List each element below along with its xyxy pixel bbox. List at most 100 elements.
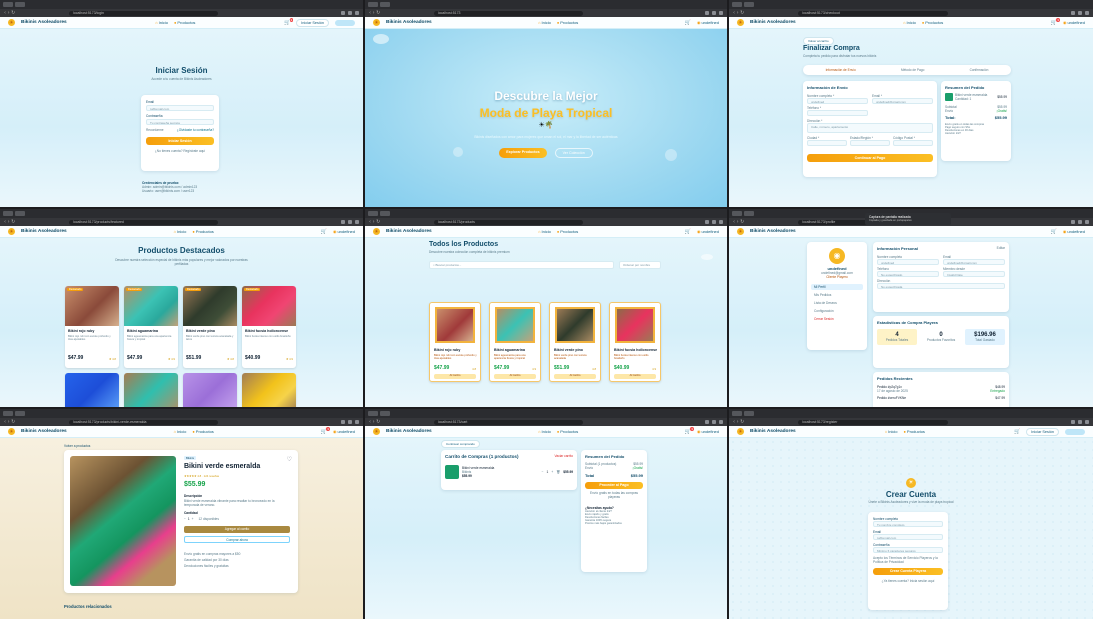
user-menu[interactable]: ◉ undefined bbox=[697, 229, 719, 234]
address-bar[interactable]: ‹ › ↻ localhost:5173/login bbox=[0, 9, 363, 17]
address-bar[interactable]: ‹ › ↻ localhost:5173/checkout bbox=[729, 9, 1093, 17]
plus-icon[interactable]: + bbox=[192, 517, 194, 521]
phone-field[interactable] bbox=[807, 110, 868, 116]
brand-name[interactable]: Bikinis Asoleadores bbox=[21, 20, 67, 25]
password-field[interactable]: Tu contraseña secreta bbox=[146, 119, 214, 125]
tab-bar[interactable] bbox=[365, 0, 727, 9]
nav-products[interactable]: ● Productos bbox=[557, 229, 578, 234]
continue-shopping-button[interactable]: Continuar comprando bbox=[441, 440, 480, 448]
login-button[interactable]: Iniciar Sesión bbox=[1026, 427, 1060, 436]
tab-bar[interactable] bbox=[0, 409, 363, 418]
product-card[interactable]: Destacado Bikini fucsia holloncense Bikini… bbox=[242, 286, 296, 368]
user-menu[interactable]: ◉ undefined bbox=[697, 20, 719, 25]
search-input[interactable]: ⌕ Buscar productos... bbox=[429, 261, 614, 269]
product-card[interactable] bbox=[242, 373, 296, 407]
sun-logo-icon[interactable]: ☀ bbox=[737, 228, 744, 235]
back-to-cart-button[interactable]: Volver al carrito bbox=[803, 37, 834, 45]
zip-field[interactable] bbox=[893, 140, 933, 146]
nav-arrows-icon[interactable]: ‹ › ↻ bbox=[733, 10, 744, 16]
brand-name[interactable]: Bikinis Asoleadores bbox=[750, 429, 796, 434]
cart-icon[interactable]: 🛒 bbox=[1051, 229, 1057, 235]
minus-icon[interactable]: − bbox=[184, 517, 186, 521]
continue-to-payment-button[interactable]: Continuar al Pago bbox=[807, 154, 933, 162]
add-to-cart-button[interactable]: Al Carrito bbox=[554, 374, 596, 379]
view-collection-button[interactable]: Ver Colección bbox=[554, 147, 593, 158]
product-card[interactable] bbox=[124, 373, 178, 407]
sun-logo-icon[interactable]: ☀ bbox=[373, 228, 380, 235]
address-bar[interactable]: ‹ › ↻ localhost:5173/register bbox=[729, 418, 1093, 426]
explore-products-button[interactable]: Explorar Productos bbox=[499, 147, 547, 158]
nav-arrows-icon[interactable]: ‹ › ↻ bbox=[4, 10, 15, 16]
menu-wishlist[interactable]: Lista de Deseos bbox=[811, 300, 863, 306]
trash-icon[interactable]: 🗑 bbox=[556, 470, 560, 474]
url-field[interactable]: localhost:5173/login bbox=[69, 10, 219, 16]
clear-cart-button[interactable]: Vaciar carrito bbox=[554, 454, 573, 459]
cart-icon[interactable]: 🛒 bbox=[685, 229, 691, 235]
remember-checkbox[interactable]: Recordarme bbox=[146, 128, 164, 132]
nav-products[interactable]: ● Productos bbox=[174, 20, 195, 25]
url-field[interactable]: localhost:5173/products bbox=[433, 219, 583, 225]
tab-bar[interactable] bbox=[365, 409, 727, 418]
sun-logo-icon[interactable]: ☀ bbox=[737, 428, 744, 435]
url-field[interactable]: localhost:5173/products/featured bbox=[69, 219, 219, 225]
url-field[interactable]: localhost:5173/products/bikini-verde-esm… bbox=[69, 419, 219, 425]
cart-icon[interactable]: 🛒 1 bbox=[685, 426, 694, 435]
brand-name[interactable]: Bikinis Asoleadores bbox=[750, 229, 796, 234]
nav-home[interactable]: ⌂ Inicio bbox=[155, 20, 168, 25]
nav-home[interactable]: ⌂ Inicio bbox=[174, 229, 187, 234]
nav-arrows-icon[interactable]: ‹ › ↻ bbox=[733, 419, 744, 425]
menu-orders[interactable]: Mis Pedidos bbox=[811, 292, 863, 298]
nav-products[interactable]: ● Productos bbox=[922, 20, 943, 25]
tab-bar[interactable] bbox=[365, 209, 727, 218]
user-menu[interactable]: ◉ undefined bbox=[697, 429, 719, 434]
add-to-cart-button[interactable]: Al Carrito bbox=[434, 374, 476, 379]
brand-name[interactable]: Bikinis Asoleadores bbox=[21, 429, 67, 434]
sun-logo-icon[interactable]: ☀ bbox=[373, 428, 380, 435]
nav-arrows-icon[interactable]: ‹ › ↻ bbox=[4, 219, 15, 225]
sort-select[interactable]: Ordenar por nombre bbox=[619, 261, 661, 269]
sun-logo-icon[interactable]: ☀ bbox=[8, 428, 15, 435]
url-field[interactable]: localhost:5173/register bbox=[798, 419, 948, 425]
nav-home[interactable]: ⌂ Inicio bbox=[538, 229, 551, 234]
address-bar[interactable]: ‹ › ↻ localhost:5173/products bbox=[365, 218, 727, 226]
plus-icon[interactable]: + bbox=[551, 470, 553, 474]
user-menu[interactable]: ◉ undefined bbox=[1063, 229, 1085, 234]
address-bar[interactable]: ‹ › ↻ localhost:5173/products/bikini-verd… bbox=[0, 418, 363, 426]
sun-logo-icon[interactable]: ☀ bbox=[737, 19, 744, 26]
quantity-stepper[interactable]: −1 +12 disponibles bbox=[184, 517, 219, 521]
cart-icon[interactable]: 🛒 bbox=[685, 20, 691, 26]
sun-logo-icon[interactable]: ☀ bbox=[8, 19, 15, 26]
brand-name[interactable]: Bikinis Asoleadores bbox=[386, 429, 432, 434]
tab-bar[interactable] bbox=[729, 409, 1093, 418]
forgot-password-link[interactable]: ¿Olvidaste tu contraseña? bbox=[177, 128, 214, 132]
nav-home[interactable]: ⌂ Inicio bbox=[538, 20, 551, 25]
register-link[interactable]: ¿No tienes cuenta? Regístrate aquí bbox=[146, 149, 214, 153]
nav-products[interactable]: ● Productos bbox=[192, 229, 213, 234]
user-menu[interactable]: ◉ undefined bbox=[333, 429, 355, 434]
sun-logo-icon[interactable]: ☀ bbox=[373, 19, 380, 26]
cart-icon[interactable]: 🛒 1 bbox=[284, 17, 294, 26]
cart-icon[interactable]: 🛒 bbox=[321, 229, 327, 235]
product-card[interactable]: Destacado Bikini verde pino Bikini verde p… bbox=[183, 286, 237, 368]
product-card[interactable]: Bikini verde pino Bikini verde pino con t… bbox=[549, 302, 601, 382]
address-bar[interactable]: ‹ › ↻ localhost:5173/products/featured bbox=[0, 218, 363, 226]
product-card[interactable]: Bikini rojo ruby Bikini rojo rubí con esc… bbox=[429, 302, 481, 382]
nav-arrows-icon[interactable]: ‹ › ↻ bbox=[369, 219, 380, 225]
back-to-products-link[interactable]: Volver a productos bbox=[64, 444, 90, 448]
address-bar[interactable]: ‹ › ↻ localhost:5173/cart bbox=[365, 418, 727, 426]
login-submit-button[interactable]: Iniciar Sesión bbox=[146, 137, 214, 145]
product-card[interactable]: Bikini fucsia holloncense Bikini fucsia i… bbox=[609, 302, 661, 382]
nav-arrows-icon[interactable]: ‹ › ↻ bbox=[4, 419, 15, 425]
tab-bar[interactable] bbox=[729, 0, 1093, 9]
brand-name[interactable]: Bikinis Asoleadores bbox=[750, 20, 796, 25]
create-account-button[interactable]: Crear Cuenta Playera bbox=[873, 568, 943, 576]
address-field[interactable]: Calle, número, apartamento bbox=[807, 123, 933, 133]
register-button[interactable] bbox=[1065, 428, 1086, 435]
product-card[interactable]: Destacado Bikini aguamarina Bikini aguamar… bbox=[124, 286, 178, 368]
add-to-cart-button[interactable]: Al Carrito bbox=[494, 374, 536, 379]
brand-name[interactable]: Bikinis Asoleadores bbox=[21, 229, 67, 234]
url-field[interactable]: localhost:5173 bbox=[433, 10, 583, 16]
tab-bar[interactable] bbox=[0, 209, 363, 218]
nav-home[interactable]: ⌂ Inicio bbox=[885, 429, 898, 434]
email-field[interactable]: undefined@gmail.com bbox=[872, 98, 933, 104]
